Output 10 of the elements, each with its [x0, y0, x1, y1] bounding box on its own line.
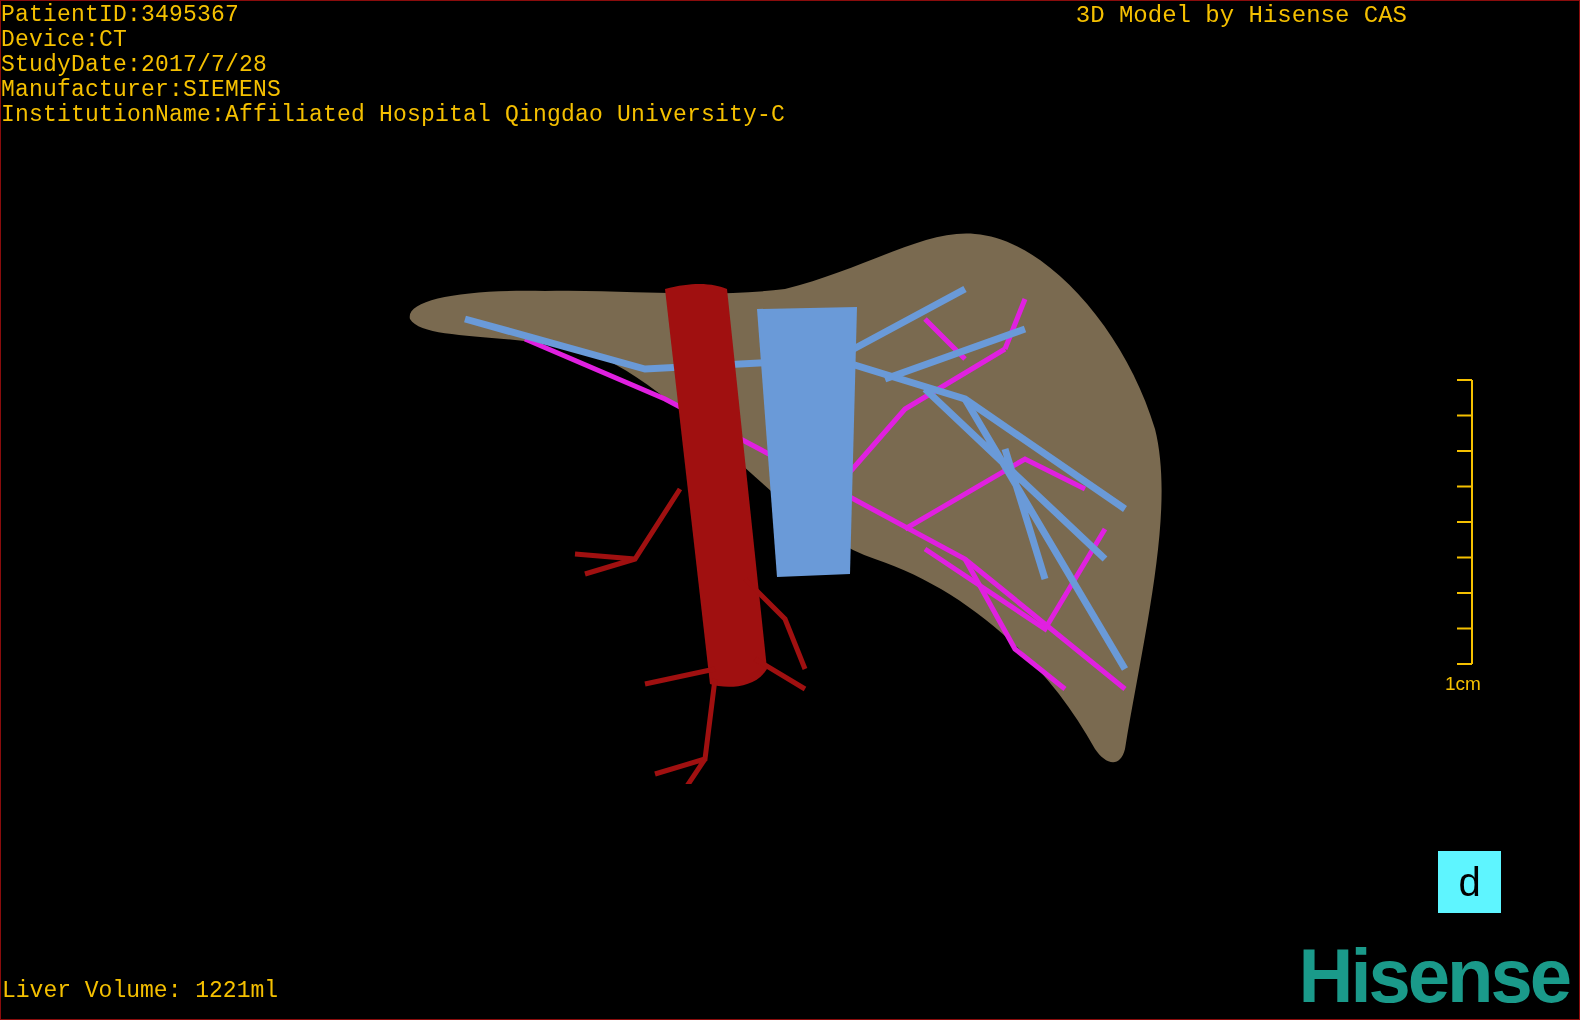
patient-info-text: InstitutionName:Affiliated Hospital Qingdao University-C: [1, 103, 786, 128]
patient-info-text: PatientID:3495367: [1, 3, 241, 28]
panel-label: d: [1438, 851, 1501, 913]
model-title: 3D Model by Hisense CAS: [1075, 1, 1407, 31]
scale-label: 1cm: [1445, 673, 1481, 695]
patient-info-text: Manufacturer:SIEMENS: [1, 78, 283, 103]
brand-logo: Hisense: [1298, 941, 1569, 1011]
patient-info-text: StudyDate:2017/7/28: [1, 53, 269, 78]
patient-info-text: Device:CT: [1, 28, 129, 53]
liver-volume-text: Liver Volume: 1221ml: [2, 979, 279, 1003]
